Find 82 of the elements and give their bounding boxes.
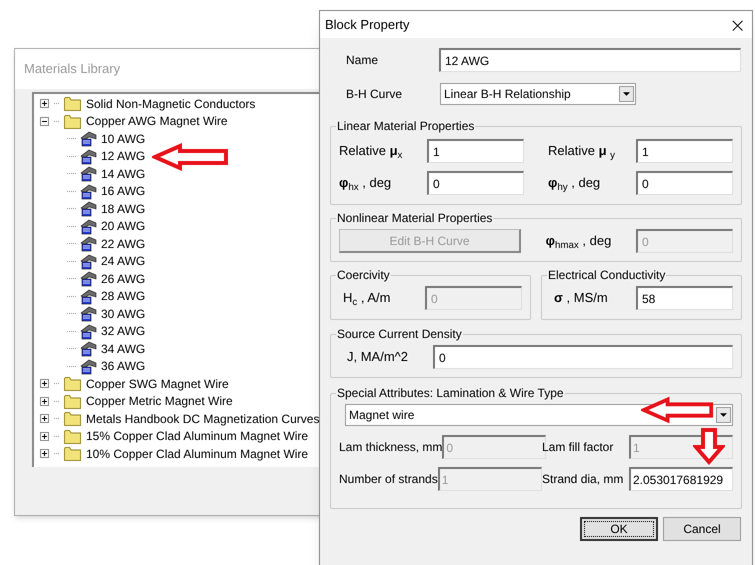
expand-icon[interactable] — [40, 379, 49, 388]
input-field[interactable]: 12 AWG — [439, 48, 741, 72]
input-field[interactable]: 2.053017681929 — [629, 467, 733, 491]
field-label: Lam thickness, mm — [339, 439, 442, 456]
tree-item[interactable]: 18 AWG — [101, 202, 146, 215]
material-icon — [80, 130, 97, 148]
group-title: Coercivity — [336, 267, 391, 284]
folder-icon — [64, 411, 81, 426]
tree-item[interactable]: Copper Metric Magnet Wire — [86, 395, 233, 408]
material-icon — [80, 340, 97, 358]
material-icon — [80, 288, 97, 305]
folder-icon — [64, 394, 81, 409]
tree-item[interactable]: 32 AWG — [101, 325, 146, 338]
tree-item[interactable]: 34 AWG — [101, 342, 146, 355]
field-label: Number of strands — [339, 471, 438, 488]
material-icon — [80, 322, 97, 340]
bh-curve-dropdown[interactable]: Linear B-H Relationship — [440, 83, 636, 105]
material-icon — [80, 165, 97, 182]
material-icon — [80, 235, 97, 252]
material-icon — [80, 218, 97, 235]
field-label: B-H Curve — [346, 86, 404, 103]
tree-item[interactable]: 10% Copper Clad Aluminum Magnet Wire — [86, 448, 308, 460]
folder-icon — [64, 428, 81, 444]
tree-item[interactable]: 14 AWG — [101, 168, 146, 180]
expand-icon[interactable] — [40, 449, 49, 458]
folder-icon — [64, 446, 81, 462]
field-label: Relative μ$_{x}$ — [339, 142, 402, 161]
field-label: φ$_{hy}$ , deg — [548, 174, 600, 193]
input-field[interactable]: 0 — [636, 171, 733, 195]
expand-icon[interactable] — [40, 414, 49, 424]
material-icon — [80, 148, 97, 165]
material-icon — [80, 358, 97, 375]
group-title: Special Attributes: Lamination & Wire Type — [336, 385, 565, 402]
close-button[interactable]: × — [727, 14, 748, 34]
tree-item[interactable]: Solid Non-Magnetic Conductors — [86, 98, 256, 110]
material-icon — [80, 305, 97, 322]
tree-item[interactable]: 28 AWG — [101, 290, 146, 302]
material-icon — [80, 270, 97, 288]
field-label: φ$_{hmax}$ , deg — [546, 232, 612, 251]
input-field[interactable]: 0 — [433, 345, 733, 369]
tree-item[interactable]: 30 AWG — [101, 308, 146, 320]
tree-item[interactable]: 20 AWG — [101, 220, 146, 232]
material-icon — [80, 182, 97, 200]
collapse-icon[interactable] — [40, 116, 49, 126]
input-field[interactable]: 1 — [427, 139, 524, 163]
field-label: σ , MS/m — [554, 289, 608, 308]
expand-icon[interactable] — [40, 99, 49, 108]
material-icon — [80, 252, 97, 270]
dialog-title: Block Property — [325, 16, 410, 34]
tree-item[interactable]: 16 AWG — [101, 185, 146, 198]
tree-item[interactable]: 26 AWG — [101, 272, 146, 285]
field-label: Strand dia, mm — [542, 471, 624, 488]
tree-item[interactable]: 22 AWG — [101, 238, 146, 250]
tree-item[interactable]: 10 AWG — [101, 132, 146, 145]
field-label: J, MA/m^2 — [347, 348, 408, 366]
input-field[interactable]: 58 — [636, 286, 733, 310]
expand-icon[interactable] — [40, 432, 49, 441]
folder-icon — [64, 376, 81, 392]
dialog-button[interactable]: OK — [580, 517, 658, 541]
group-title: Electrical Conductivity — [547, 267, 666, 284]
tree-item[interactable]: Copper SWG Magnet Wire — [86, 378, 229, 390]
input-field[interactable]: 0 — [427, 171, 524, 195]
tree-item[interactable]: 12 AWG — [101, 150, 146, 162]
group-title: Nonlinear Material Properties — [336, 210, 494, 227]
input-field[interactable]: 1 — [636, 139, 733, 163]
folder-icon — [64, 96, 81, 112]
field-label: Name — [346, 52, 380, 69]
folder-icon — [64, 114, 81, 129]
field-label: Relative μ $_{y}$ — [548, 142, 616, 161]
window-title: Materials Library — [24, 60, 120, 78]
tree-item[interactable]: Metals Handbook DC Magnetization Curves — [86, 412, 320, 425]
tree-item[interactable]: 15% Copper Clad Aluminum Magnet Wire — [86, 430, 308, 442]
expand-icon[interactable] — [40, 396, 49, 406]
tree-item[interactable]: 24 AWG — [101, 255, 146, 268]
dialog-button[interactable]: Cancel — [663, 517, 741, 541]
group-title: Linear Material Properties — [336, 118, 476, 135]
field-label: H$_{c}$ , A/m — [343, 289, 390, 308]
group-title: Source Current Density — [336, 326, 463, 343]
material-icon — [80, 200, 97, 218]
field-label: φ$_{hx}$ , deg — [339, 174, 392, 193]
tree-item[interactable]: Copper AWG Magnet Wire — [86, 115, 228, 128]
tree-item[interactable]: 36 AWG — [101, 360, 146, 372]
